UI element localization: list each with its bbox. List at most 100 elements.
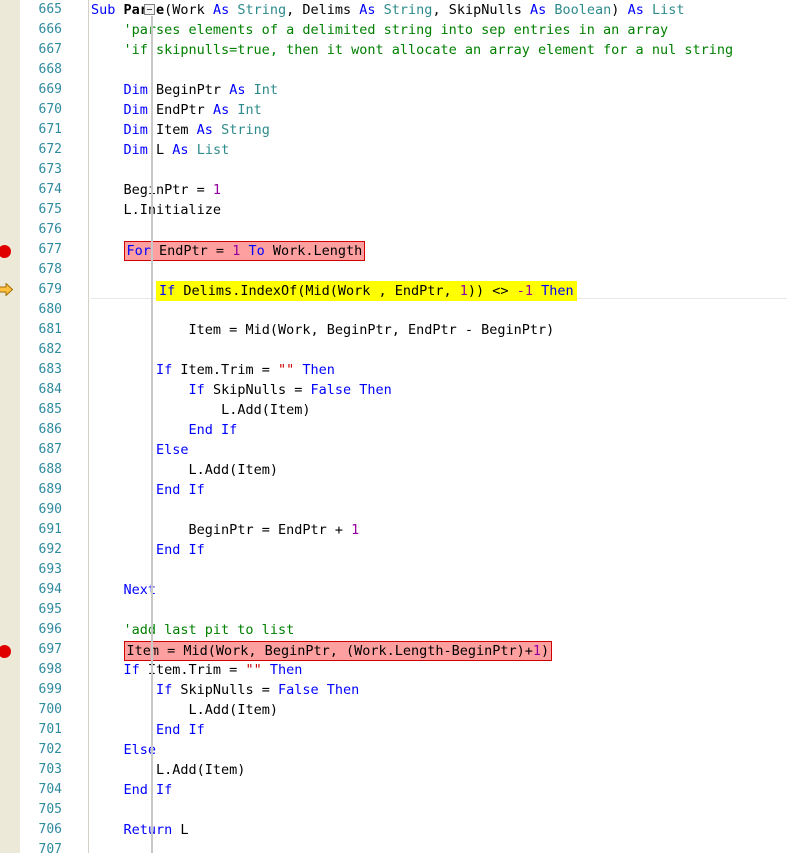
code-token: As — [229, 82, 254, 98]
code-line[interactable]: 675 L.Initialize — [0, 200, 789, 220]
code-line[interactable]: 694 Next — [0, 580, 789, 600]
code-line[interactable]: 674 BeginPtr = 1 — [0, 180, 789, 200]
line-number: 684 — [38, 382, 62, 397]
code-line[interactable]: 690 — [0, 500, 789, 520]
code-line[interactable]: 665 Sub Parse(Work As String, Delims As S… — [0, 0, 789, 20]
code-token: False Then — [310, 382, 392, 398]
code-line[interactable]: 697 Item = Mid(Work, BeginPtr, (Work.Leng… — [0, 640, 789, 661]
code-text[interactable]: If SkipNulls = False Then — [156, 680, 359, 700]
code-line[interactable]: 699 If SkipNulls = False Then — [0, 680, 789, 700]
code-line[interactable]: 700 L.Add(Item) — [0, 700, 789, 720]
code-line[interactable]: 685 L.Add(Item) — [0, 400, 789, 420]
code-text[interactable]: Else — [156, 440, 189, 460]
code-line[interactable]: 679 If Delims.IndexOf(Mid(Work , EndPtr, … — [0, 280, 789, 301]
line-number: 701 — [38, 722, 62, 737]
code-line[interactable]: 704 End If — [0, 780, 789, 800]
code-line[interactable]: 702 Else — [0, 740, 789, 760]
code-text[interactable]: BeginPtr = 1 — [124, 180, 222, 200]
code-line[interactable]: 676 — [0, 220, 789, 240]
code-text[interactable]: For EndPtr = 1 To Work.Length — [123, 240, 366, 261]
code-text[interactable]: If Item.Trim = "" Then — [156, 360, 335, 380]
breakpoint-dot — [0, 245, 11, 258]
code-text[interactable]: End If — [156, 480, 205, 500]
code-token: SkipNulls — [448, 2, 530, 18]
code-text[interactable]: Item = Mid(Work, BeginPtr, EndPtr - Begi… — [189, 320, 555, 340]
code-text[interactable]: BeginPtr = EndPtr + 1 — [189, 520, 360, 540]
code-folding-margin[interactable] — [68, 0, 155, 853]
code-line[interactable]: 678 — [0, 260, 789, 280]
code-line[interactable]: 698 If Item.Trim = "" Then — [0, 660, 789, 680]
code-line[interactable]: 680 — [0, 300, 789, 320]
code-text[interactable]: Dim Item As String — [124, 120, 270, 140]
code-text[interactable]: L.Add(Item) — [221, 400, 310, 420]
code-line[interactable]: 666 'parses elements of a delimited strin… — [0, 20, 789, 40]
code-line[interactable]: 695 — [0, 600, 789, 620]
code-text[interactable]: 'add last pit to list — [124, 620, 295, 640]
code-line[interactable]: 686 End If — [0, 420, 789, 440]
code-text[interactable]: If SkipNulls = False Then — [189, 380, 392, 400]
code-token: If — [156, 682, 181, 698]
code-text[interactable]: L.Add(Item) — [156, 760, 245, 780]
code-line[interactable]: 670 Dim EndPtr As Int — [0, 100, 789, 120]
code-text[interactable]: Sub Parse(Work As String, Delims As Stri… — [91, 0, 684, 20]
line-number: 679 — [38, 282, 62, 297]
code-line[interactable]: 687 Else — [0, 440, 789, 460]
code-line[interactable]: 705 — [0, 800, 789, 820]
line-number: 678 — [38, 262, 62, 277]
code-line[interactable]: 707 — [0, 840, 789, 860]
code-text[interactable]: End If — [124, 780, 173, 800]
code-token: L.Add(Item) — [221, 402, 311, 418]
code-token: Then — [261, 662, 303, 678]
code-text[interactable]: 'parses elements of a delimited string i… — [124, 20, 669, 40]
code-token: ) — [541, 643, 550, 659]
code-text[interactable]: Dim BeginPtr As Int — [124, 80, 278, 100]
code-line[interactable]: 668 — [0, 60, 789, 80]
breakpoint-marker-icon[interactable] — [0, 642, 15, 658]
code-line[interactable]: 672 Dim L As List — [0, 140, 789, 160]
code-line[interactable]: 671 Dim Item As String — [0, 120, 789, 140]
code-line[interactable]: 692 End If — [0, 540, 789, 560]
code-text[interactable]: End If — [156, 720, 205, 740]
code-text[interactable]: Return L — [124, 820, 189, 840]
breakpoint-margin[interactable] — [0, 0, 20, 853]
line-number: 668 — [38, 62, 62, 77]
code-line[interactable]: 706 Return L — [0, 820, 789, 840]
code-line[interactable]: 696 'add last pit to list — [0, 620, 789, 640]
line-number: 688 — [38, 462, 62, 477]
collapse-minus-icon[interactable] — [144, 4, 155, 15]
code-line[interactable]: 673 — [0, 160, 789, 180]
code-line[interactable]: 667 'if skipnulls=true, then it wont allo… — [0, 40, 789, 60]
code-line[interactable]: 693 — [0, 560, 789, 580]
code-line[interactable]: 703 L.Add(Item) — [0, 760, 789, 780]
code-text[interactable]: L.Add(Item) — [189, 700, 278, 720]
code-text[interactable]: If Delims.IndexOf(Mid(Work , EndPtr, 1))… — [156, 280, 577, 301]
code-text[interactable]: 'if skipnulls=true, then it wont allocat… — [124, 40, 734, 60]
code-line[interactable]: 677 For EndPtr = 1 To Work.Length — [0, 240, 789, 261]
code-token: L.Initialize — [123, 202, 222, 218]
code-line[interactable]: 701 End If — [0, 720, 789, 740]
code-text[interactable]: End If — [156, 540, 205, 560]
code-token: , — [432, 2, 449, 18]
code-line[interactable]: 669 Dim BeginPtr As Int — [0, 80, 789, 100]
code-token: Work — [172, 2, 213, 18]
code-text[interactable]: Dim EndPtr As Int — [124, 100, 262, 120]
code-text[interactable]: Dim L As List — [124, 140, 230, 160]
code-editor[interactable]: 665 Sub Parse(Work As String, Delims As S… — [0, 0, 789, 857]
code-line[interactable]: 689 End If — [0, 480, 789, 500]
code-text[interactable]: L.Add(Item) — [189, 460, 278, 480]
code-line[interactable]: 691 BeginPtr = EndPtr + 1 — [0, 520, 789, 540]
line-number: 670 — [38, 102, 62, 117]
code-line[interactable]: 684 If SkipNulls = False Then — [0, 380, 789, 400]
code-token: Boolean — [554, 2, 612, 18]
code-line[interactable]: 681 Item = Mid(Work, BeginPtr, EndPtr - B… — [0, 320, 789, 340]
line-number: 675 — [38, 202, 62, 217]
code-token: Then — [532, 283, 574, 299]
code-line[interactable]: 682 — [0, 340, 789, 360]
code-token: If — [159, 283, 184, 299]
code-line[interactable]: 683 If Item.Trim = "" Then — [0, 360, 789, 380]
code-text[interactable]: Item = Mid(Work, BeginPtr, (Work.Length-… — [123, 640, 553, 661]
code-text[interactable]: End If — [189, 420, 238, 440]
code-text[interactable]: L.Initialize — [124, 200, 222, 220]
breakpoint-marker-icon[interactable] — [0, 242, 15, 258]
code-line[interactable]: 688 L.Add(Item) — [0, 460, 789, 480]
